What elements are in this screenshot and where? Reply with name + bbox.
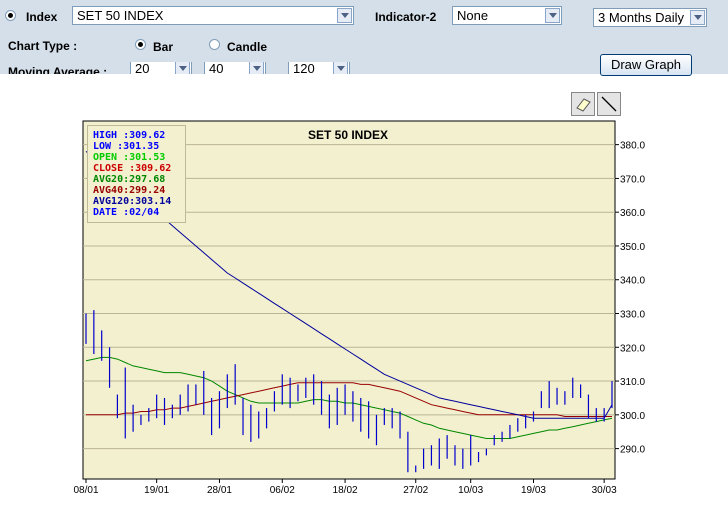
x-tick-label: 08/01 (73, 485, 98, 496)
y-tick-label: 310.0 (620, 377, 645, 388)
y-tick-label: 290.0 (620, 445, 645, 456)
info-high: HIGH :309.62 (93, 130, 166, 141)
info-avg20: AVG20:297.68 (93, 174, 166, 185)
info-avg40: AVG40:299.24 (93, 185, 166, 196)
x-tick-label: 19/03 (521, 485, 546, 496)
y-tick-label: 370.0 (620, 174, 645, 185)
y-tick-label: 380.0 (620, 141, 645, 152)
x-tick-label: 10/03 (458, 485, 483, 496)
x-tick-label: 30/03 (592, 485, 617, 496)
y-tick-label: 300.0 (620, 411, 645, 422)
info-open: OPEN :301.53 (93, 152, 166, 163)
y-tick-label: 350.0 (620, 242, 645, 253)
y-axis-ticks: 290.0 300.0 310.0 320.0 330.0 340.0 350.0 360.0… (615, 141, 645, 456)
x-tick-label: 18/02 (333, 485, 358, 496)
y-tick-label: 360.0 (620, 208, 645, 219)
x-tick-label: 06/02 (270, 485, 295, 496)
x-tick-label: 27/02 (403, 485, 428, 496)
y-tick-label: 330.0 (620, 310, 645, 321)
info-avg120: AVG120:303.14 (93, 196, 172, 207)
x-tick-label: 19/01 (144, 485, 169, 496)
info-low: LOW :301.35 (93, 141, 160, 152)
price-chart: 290.0 300.0 310.0 320.0 330.0 340.0 350.0 360.0… (73, 120, 645, 496)
price-info-box: HIGH :309.62 LOW :301.35 OPEN :301.53 CL… (87, 125, 186, 223)
y-tick-label: 340.0 (620, 276, 645, 287)
info-date: DATE :02/04 (93, 207, 160, 218)
y-tick-label: 320.0 (620, 343, 645, 354)
info-close: CLOSE :309.62 (93, 163, 172, 174)
x-tick-label: 28/01 (207, 485, 232, 496)
chart-title: SET 50 INDEX (308, 128, 388, 142)
x-axis-ticks: 08/01 19/01 28/01 06/02 18/02 27/02 10/03 19/03… (73, 479, 617, 496)
